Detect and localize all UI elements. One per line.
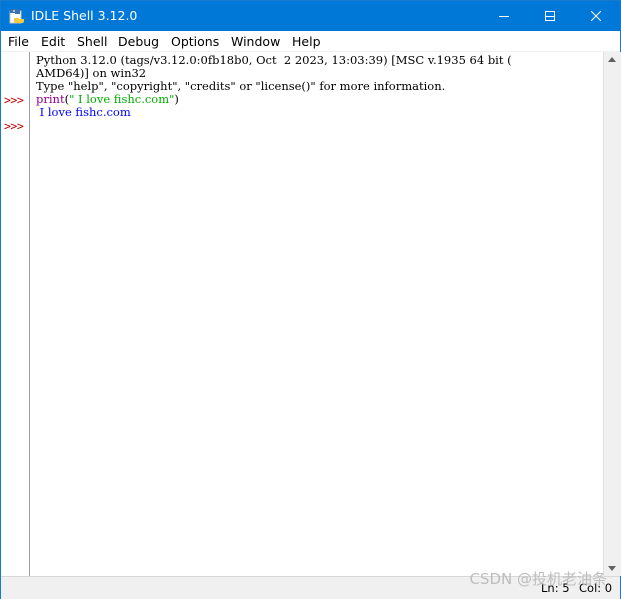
scroll-down-arrow-icon[interactable] — [608, 566, 616, 571]
shell-editor: >>> >>> Python 3.12.0 (tags/v3.12.0:0fb1… — [1, 52, 621, 576]
menu-help[interactable]: Help — [292, 33, 321, 50]
watermark: CSDN @投机老油条 — [469, 570, 607, 588]
minimize-button-real[interactable] — [481, 1, 527, 31]
prompt-gutter: >>> >>> — [1, 52, 30, 576]
shell-prompt: >>> — [4, 119, 24, 133]
maximize-icon — [545, 11, 555, 21]
minimize-icon — [499, 16, 509, 17]
builtin-print: print — [36, 92, 65, 106]
menu-debug[interactable]: Debug — [118, 33, 159, 50]
vertical-scrollbar[interactable] — [603, 52, 621, 576]
scroll-up-arrow-icon[interactable] — [608, 57, 616, 62]
menu-shell[interactable]: Shell — [77, 33, 108, 50]
menu-bar: File Edit Shell Debug Options Window Hel… — [1, 31, 620, 51]
output-line: I love fishc.com — [36, 105, 131, 119]
menu-edit[interactable]: Edit — [41, 33, 65, 50]
window-title: IDLE Shell 3.12.0 — [31, 8, 138, 23]
shell-prompt: >>> — [4, 93, 24, 107]
close-paren: ) — [174, 92, 179, 106]
menu-window[interactable]: Window — [231, 33, 280, 50]
shell-text-area[interactable]: Python 3.12.0 (tags/v3.12.0:0fb18b0, Oct… — [31, 52, 603, 576]
maximize-button[interactable] — [527, 1, 573, 31]
string-literal: " I love fishc.com" — [69, 92, 175, 106]
idle-window: IDLE Shell 3.12.0 File Edit Shell Debug … — [0, 0, 621, 599]
title-bar[interactable]: IDLE Shell 3.12.0 — [1, 1, 620, 31]
close-icon — [591, 11, 601, 21]
python-idle-icon — [9, 9, 24, 24]
close-button[interactable] — [573, 1, 619, 31]
menu-file[interactable]: File — [8, 33, 29, 50]
menu-options[interactable]: Options — [171, 33, 219, 50]
